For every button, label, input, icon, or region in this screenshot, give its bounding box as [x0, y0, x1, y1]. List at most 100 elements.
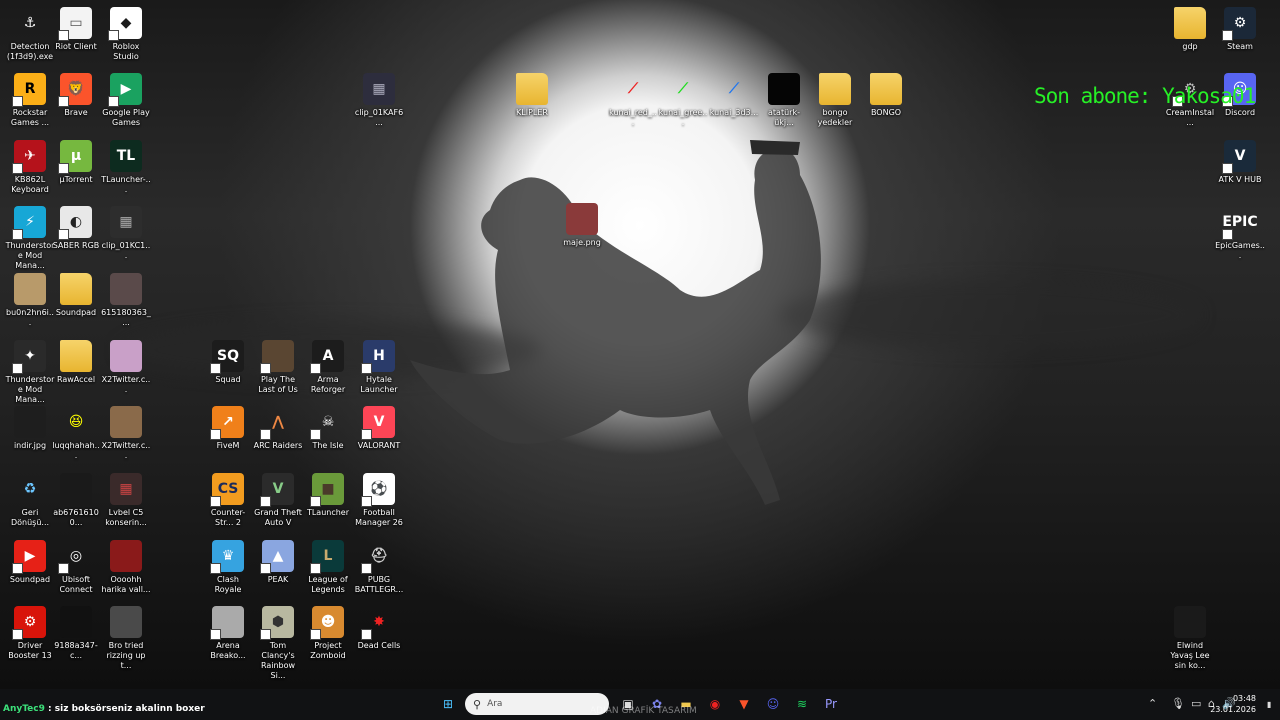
- app-icon: [260, 340, 294, 374]
- desktop-icon[interactable]: ⚽ Football Manager 26: [354, 473, 404, 528]
- desktop-icon[interactable]: atatürk-ükj...: [759, 73, 809, 128]
- desktop-icon[interactable]: indir.jpg: [5, 406, 55, 451]
- shortcut-arrow-icon: [361, 563, 372, 574]
- desktop-icon[interactable]: V ATK V HUB: [1215, 140, 1265, 185]
- desktop-icon[interactable]: BONGO: [861, 73, 911, 118]
- spotify-button[interactable]: ≋: [790, 692, 814, 716]
- chevron-up-icon[interactable]: ⌃: [1148, 697, 1157, 710]
- desktop-icon-label: Soundpad: [9, 575, 51, 584]
- desktop-icon[interactable]: ♛ Clash Royale: [203, 540, 253, 595]
- shortcut-arrow-icon: [210, 563, 221, 574]
- microphone-icon[interactable]: 🎙: [1171, 697, 1185, 710]
- desktop-icon[interactable]: ⛑ PUBG BATTLEGR...: [354, 540, 404, 595]
- desktop-icon[interactable]: Soundpad: [51, 273, 101, 318]
- desktop-icon[interactable]: KLİPLER: [507, 73, 557, 118]
- desktop-icon[interactable]: ⚙ Steam: [1215, 7, 1265, 52]
- desktop-icon[interactable]: ◎ Ubisoft Connect: [51, 540, 101, 595]
- shortcut-arrow-icon: [12, 96, 23, 107]
- desktop-icon-label: Discord: [1224, 108, 1256, 117]
- recorder-button[interactable]: ◉: [703, 692, 727, 716]
- shortcut-arrow-icon: [210, 629, 221, 640]
- desktop-icon[interactable]: ◐ SABER RGB: [51, 206, 101, 251]
- desktop-icon[interactable]: CS Counter-Str... 2: [203, 473, 253, 528]
- desktop-icon[interactable]: ⟋ kunai_gree...: [658, 73, 708, 128]
- desktop-icon[interactable]: ■ TLauncher: [303, 473, 353, 518]
- desktop-icon[interactable]: TL TLauncher-...: [101, 140, 151, 195]
- desktop-icon[interactable]: ⚓ Detection (1f3d9).exe: [5, 7, 55, 62]
- desktop-icon[interactable]: H Hytale Launcher: [354, 340, 404, 395]
- desktop-icon[interactable]: ✈ KB862L Keyboard: [5, 140, 55, 195]
- taskbar-search[interactable]: ⚲ Ara: [465, 693, 609, 715]
- desktop-icon[interactable]: A Arma Reforger: [303, 340, 353, 395]
- desktop-icon[interactable]: ▦ clip_01KC1...: [101, 206, 151, 261]
- desktop-icon[interactable]: ☠ The Isle: [303, 406, 353, 451]
- desktop-icon[interactable]: ▶ Google Play Games: [101, 73, 151, 128]
- desktop-icon[interactable]: Arena Breako...: [203, 606, 253, 661]
- app-icon: H: [361, 340, 395, 374]
- desktop-icon[interactable]: ⟋ kunai_red_...: [608, 73, 658, 128]
- app-icon: A: [310, 340, 344, 374]
- desktop-icon[interactable]: ⚙ Driver Booster 13: [5, 606, 55, 661]
- notification-bell-icon[interactable]: ▮: [1267, 700, 1271, 709]
- desktop-icon-label: Clash Royale: [214, 575, 242, 594]
- desktop-icon-label: Arma Reforger: [310, 375, 346, 394]
- desktop-icon-label: PUBG BATTLEGR...: [354, 575, 404, 594]
- desktop-icon[interactable]: ✦ Thunderstore Mod Mana...: [5, 340, 55, 405]
- app-icon: [60, 473, 92, 505]
- desktop-icon[interactable]: Oooohh harika vall...: [101, 540, 151, 595]
- desktop-icon[interactable]: ▭ Riot Client: [51, 7, 101, 52]
- desktop-icon[interactable]: 😆 luqqhahah...: [51, 406, 101, 461]
- desktop-icon[interactable]: Play The Last of Us: [253, 340, 303, 395]
- clock-time: 03:48: [1232, 694, 1256, 703]
- app-icon: [14, 273, 46, 305]
- brave-button[interactable]: ▼: [732, 692, 756, 716]
- desktop-icon[interactable]: Bro tried rizzing up t...: [101, 606, 151, 671]
- premiere-button[interactable]: Pr: [819, 692, 843, 716]
- desktop-icon[interactable]: µ µTorrent: [51, 140, 101, 185]
- desktop-icon[interactable]: ⟋ kunai_3d3...: [709, 73, 759, 118]
- desktop-icon[interactable]: ⚡ Thunderstore Mod Mana...: [5, 206, 55, 271]
- desktop-icon[interactable]: gdp: [1165, 7, 1215, 52]
- desktop-icon[interactable]: bongo yedekler: [810, 73, 860, 128]
- clock-date: 23.01.2026: [1210, 705, 1256, 714]
- start-button[interactable]: ⊞: [436, 692, 460, 716]
- desktop-icon[interactable]: ✸ Dead Cells: [354, 606, 404, 651]
- desktop-icon[interactable]: maje.png: [557, 203, 607, 248]
- desktop-icon[interactable]: RawAccel: [51, 340, 101, 385]
- display-icon[interactable]: ▭: [1191, 697, 1201, 710]
- desktop-icon[interactable]: ⬢ Tom Clancy's Rainbow Si...: [253, 606, 303, 681]
- desktop-icon[interactable]: ab67616100...: [51, 473, 101, 528]
- desktop-icon[interactable]: L League of Legends: [303, 540, 353, 595]
- desktop-icon[interactable]: ↗ FiveM: [203, 406, 253, 451]
- desktop-icon[interactable]: Elwind Yavaş Lee sin ko...: [1165, 606, 1215, 671]
- desktop-icon-label: Counter-Str... 2: [210, 508, 246, 527]
- desktop-icon[interactable]: ♻ Geri Dönüşü...: [5, 473, 55, 528]
- desktop-icon[interactable]: ▲ PEAK: [253, 540, 303, 585]
- discord-button[interactable]: ☺: [761, 692, 785, 716]
- desktop-icon-label: TLauncher-...: [101, 175, 151, 194]
- desktop-icon[interactable]: ▦ clip_01KAF6...: [354, 73, 404, 128]
- app-icon: [110, 273, 142, 305]
- desktop-icon[interactable]: ☻ Project Zomboid: [303, 606, 353, 661]
- desktop-icon[interactable]: ⋀ ARC Raiders: [253, 406, 303, 451]
- desktop-icon[interactable]: R Rockstar Games ...: [5, 73, 55, 128]
- shortcut-arrow-icon: [260, 496, 271, 507]
- desktop-icon[interactable]: ▦ Lvbel C5 konserin...: [101, 473, 151, 528]
- desktop-icon[interactable]: bu0n2hn6i...: [5, 273, 55, 328]
- desktop-icon[interactable]: 9188a347-c...: [51, 606, 101, 661]
- desktop-icon-label: X2Twitter.c...: [101, 375, 151, 394]
- desktop-icon[interactable]: X2Twitter.c...: [101, 340, 151, 395]
- system-clock[interactable]: 03:48 23.01.2026: [1210, 693, 1256, 715]
- desktop-icon[interactable]: V Grand Theft Auto V: [253, 473, 303, 528]
- app-icon: 🦁: [58, 73, 92, 107]
- shortcut-arrow-icon: [58, 563, 69, 574]
- desktop-icon[interactable]: SQ Squad: [203, 340, 253, 385]
- desktop-icon[interactable]: ◆ Roblox Studio: [101, 7, 151, 62]
- desktop-icon[interactable]: EPIC EpicGames...: [1215, 206, 1265, 261]
- desktop-icon[interactable]: ▶ Soundpad: [5, 540, 55, 585]
- desktop-icon[interactable]: V VALORANT: [354, 406, 404, 451]
- desktop-icon[interactable]: 🦁 Brave: [51, 73, 101, 118]
- desktop-icon[interactable]: 615180363_...: [101, 273, 151, 328]
- desktop-icon-label: Arena Breako...: [210, 641, 246, 660]
- desktop-icon[interactable]: X2Twitter.c...: [101, 406, 151, 461]
